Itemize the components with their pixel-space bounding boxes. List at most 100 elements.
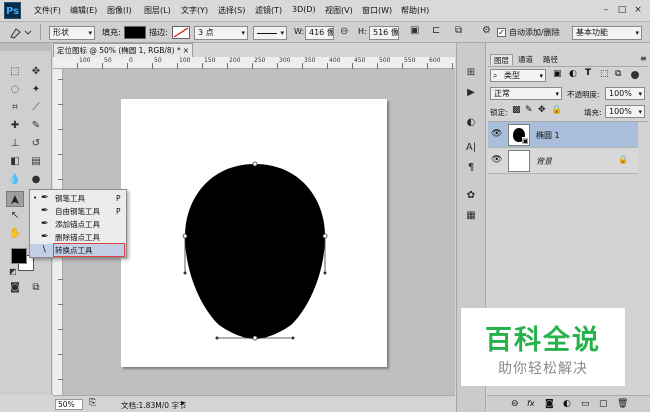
flyout-item-add-anchor[interactable]: ✒ 添加锚点工具 bbox=[30, 218, 126, 231]
stroke-type-select[interactable]: ▾ bbox=[253, 26, 287, 40]
tab-paths[interactable]: 路径 bbox=[540, 54, 561, 65]
filter-adjustment-icon[interactable]: ◐ bbox=[569, 69, 577, 79]
ellipse-shape[interactable] bbox=[185, 164, 325, 339]
flyout-item-freeform-pen[interactable]: ✒ 自由钢笔工具 P bbox=[30, 205, 126, 218]
close-window-button[interactable]: × bbox=[632, 5, 644, 15]
actions-panel-icon[interactable]: ▶ bbox=[463, 85, 479, 101]
filter-toggle-icon[interactable] bbox=[631, 71, 639, 79]
eraser-tool-icon[interactable]: ◧ bbox=[8, 155, 22, 169]
menu-image[interactable]: 图像(I) bbox=[107, 5, 132, 16]
new-group-icon[interactable]: ▭ bbox=[581, 399, 590, 409]
close-tab-icon[interactable]: × bbox=[183, 44, 189, 57]
quick-mask-icon[interactable]: ◙ bbox=[8, 281, 22, 295]
menu-layer[interactable]: 图层(L) bbox=[144, 5, 171, 16]
handle-point[interactable] bbox=[291, 336, 295, 340]
layer-row-background[interactable]: 👁 背景 🔒 bbox=[488, 148, 638, 174]
anchor-point-bottom[interactable] bbox=[252, 335, 258, 341]
path-arrangement-icon[interactable]: ⧉ bbox=[455, 25, 462, 36]
tab-layers[interactable]: 图层 bbox=[490, 54, 513, 65]
menu-file[interactable]: 文件(F) bbox=[34, 5, 61, 16]
anchor-point-left[interactable] bbox=[182, 233, 188, 239]
width-field[interactable]: 416 像 bbox=[305, 26, 334, 40]
history-panel-icon[interactable]: ⊞ bbox=[463, 65, 479, 81]
status-menu-arrow-icon[interactable]: ▸ bbox=[181, 398, 185, 407]
path-selection-tool-icon[interactable]: ↖ bbox=[8, 209, 22, 223]
styles-panel-icon[interactable]: ✿ bbox=[463, 188, 479, 204]
tab-channels[interactable]: 通道 bbox=[515, 54, 536, 65]
anchor-point-top[interactable] bbox=[252, 161, 258, 167]
lock-transparency-icon[interactable]: ▩ bbox=[512, 105, 521, 115]
tool-preset-picker[interactable] bbox=[6, 24, 32, 40]
document-tab[interactable]: 定位图标 @ 50% (椭圆 1, RGB/8) * × bbox=[53, 43, 193, 57]
move-tool-icon[interactable]: ✥ bbox=[29, 65, 43, 79]
swatches-panel-icon[interactable]: ▦ bbox=[463, 208, 479, 224]
history-brush-tool-icon[interactable]: ↺ bbox=[29, 137, 43, 151]
handle-point[interactable] bbox=[215, 336, 219, 340]
auto-add-delete-checkbox[interactable]: ✓ bbox=[497, 28, 506, 37]
handle-point[interactable] bbox=[183, 271, 187, 275]
filter-pixel-icon[interactable]: ▣ bbox=[553, 69, 562, 79]
path-alignment-icon[interactable]: ⊏ bbox=[432, 25, 440, 36]
lock-position-icon[interactable]: ✥ bbox=[538, 105, 546, 115]
layer-row-ellipse[interactable]: 👁 ▣ 椭圆 1 bbox=[488, 122, 638, 148]
screen-mode-icon[interactable]: ⧉ bbox=[29, 281, 43, 295]
path-operations-icon[interactable]: ▣ bbox=[410, 25, 419, 36]
restore-button[interactable]: □ bbox=[616, 5, 628, 15]
blend-mode-select[interactable]: 正常 ▾ bbox=[490, 87, 562, 100]
minimize-button[interactable]: – bbox=[600, 5, 612, 15]
menu-window[interactable]: 窗口(W) bbox=[362, 5, 392, 16]
menu-view[interactable]: 视图(V) bbox=[325, 5, 353, 16]
trash-icon[interactable]: 🗑 bbox=[617, 399, 628, 409]
visibility-eye-icon[interactable]: 👁 bbox=[491, 129, 502, 139]
layer-filter-select[interactable]: ⌕ 类型 ▾ bbox=[490, 69, 546, 82]
visibility-eye-icon[interactable]: 👁 bbox=[491, 155, 502, 165]
crop-tool-icon[interactable]: ⌗ bbox=[8, 101, 22, 115]
foreground-color-swatch[interactable] bbox=[11, 248, 27, 264]
hand-tool-icon[interactable]: ✋ bbox=[8, 227, 22, 241]
tool-mode-select[interactable]: 形状 ▾ bbox=[49, 26, 95, 40]
menu-help[interactable]: 帮助(H) bbox=[401, 5, 429, 16]
export-icon[interactable]: ⎘ bbox=[89, 398, 96, 408]
anchor-point-right[interactable] bbox=[322, 233, 328, 239]
link-layers-icon[interactable]: ⊖ bbox=[511, 399, 519, 409]
eyedropper-tool-icon[interactable]: ⟋ bbox=[29, 101, 43, 115]
workspace-select[interactable]: 基本功能 ▾ bbox=[572, 26, 642, 40]
gradient-tool-icon[interactable]: ▤ bbox=[29, 155, 43, 169]
add-mask-icon[interactable]: ◙ bbox=[545, 399, 554, 409]
menu-type[interactable]: 文字(Y) bbox=[181, 5, 208, 16]
character-panel-icon[interactable]: A| bbox=[463, 140, 479, 156]
clone-stamp-tool-icon[interactable]: ⊥ bbox=[8, 137, 22, 151]
brush-tool-icon[interactable]: ✎ bbox=[29, 119, 43, 133]
filter-smart-object-icon[interactable]: ⧉ bbox=[615, 69, 621, 79]
adjustments-panel-icon[interactable]: ◐ bbox=[463, 115, 479, 131]
menu-filter[interactable]: 滤镜(T) bbox=[255, 5, 282, 16]
new-layer-icon[interactable]: ▢ bbox=[599, 399, 608, 409]
stroke-width-field[interactable]: 3 点 ▾ bbox=[194, 26, 248, 40]
lock-all-icon[interactable]: 🔒 bbox=[551, 105, 562, 115]
dodge-tool-icon[interactable]: ● bbox=[29, 173, 43, 187]
fill-swatch[interactable] bbox=[124, 26, 146, 39]
pen-tool-active[interactable] bbox=[6, 191, 24, 207]
handle-point[interactable] bbox=[323, 271, 327, 275]
height-field[interactable]: 516 像 bbox=[369, 26, 399, 40]
paragraph-panel-icon[interactable]: ¶ bbox=[463, 160, 479, 176]
gear-icon[interactable]: ⚙ bbox=[482, 25, 491, 36]
flyout-item-pen[interactable]: • ✒ 钢笔工具 P bbox=[30, 192, 126, 205]
marquee-tool-icon[interactable]: ⬚ bbox=[8, 65, 22, 79]
fill-opacity-field[interactable]: 100% ▾ bbox=[605, 105, 645, 118]
fx-button[interactable]: fx bbox=[527, 399, 535, 408]
lock-image-icon[interactable]: ✎ bbox=[525, 105, 533, 115]
default-colors-icon[interactable]: ◩ bbox=[9, 267, 17, 276]
healing-brush-tool-icon[interactable]: ✚ bbox=[8, 119, 22, 133]
menu-select[interactable]: 选择(S) bbox=[218, 5, 245, 16]
menu-3d[interactable]: 3D(D) bbox=[292, 5, 316, 14]
lasso-tool-icon[interactable]: ◌ bbox=[8, 83, 22, 97]
filter-shape-icon[interactable]: ⬚ bbox=[600, 69, 609, 79]
stroke-swatch[interactable] bbox=[172, 26, 190, 39]
magic-wand-tool-icon[interactable]: ✦ bbox=[29, 83, 43, 97]
filter-type-icon[interactable]: T bbox=[585, 68, 591, 78]
panel-menu-icon[interactable]: ≡ bbox=[640, 54, 647, 63]
adjustment-layer-icon[interactable]: ◐ bbox=[563, 399, 571, 409]
menu-edit[interactable]: 编辑(E) bbox=[70, 5, 97, 16]
blur-tool-icon[interactable]: 💧 bbox=[8, 173, 22, 187]
